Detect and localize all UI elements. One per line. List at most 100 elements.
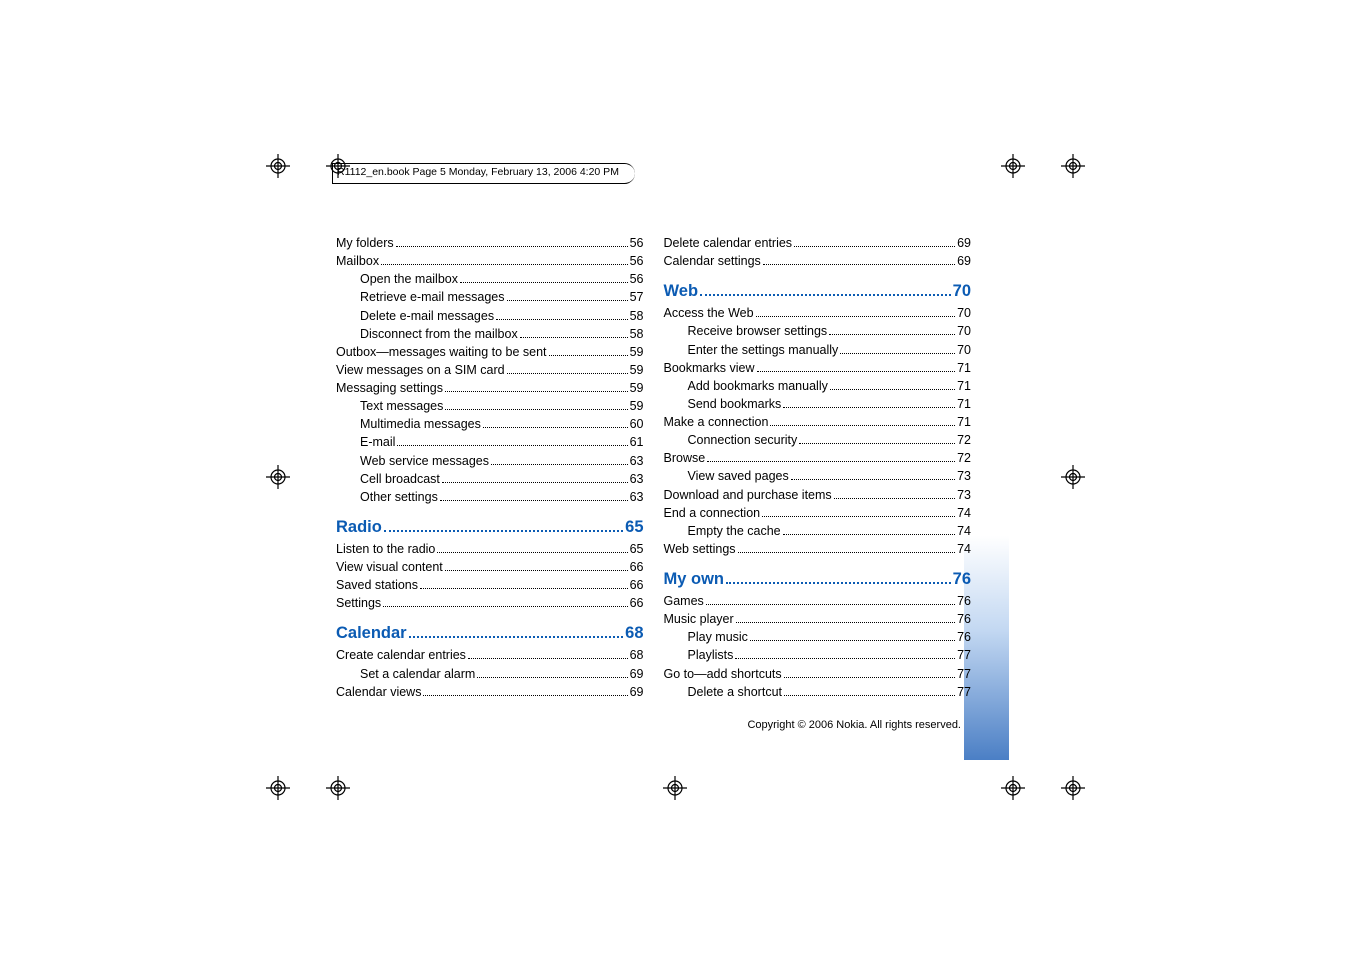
toc-page-number: 58 <box>630 325 644 343</box>
toc-leader-dots <box>496 312 628 320</box>
toc-entry: Receive browser settings 70 <box>664 322 972 340</box>
toc-page-number: 68 <box>625 624 643 643</box>
toc-label: Settings <box>336 594 381 612</box>
toc-column-left: My folders 56Mailbox56Open the mailbox56… <box>336 234 644 701</box>
toc-entry: Set a calendar alarm69 <box>336 665 644 683</box>
toc-leader-dots <box>829 328 955 336</box>
toc-leader-dots <box>396 240 628 248</box>
toc-label: Multimedia messages <box>360 415 481 433</box>
toc-page-number: 77 <box>957 683 971 701</box>
toc-page-number: 76 <box>953 570 971 589</box>
toc-leader-dots <box>381 258 628 266</box>
toc-label: Music player <box>664 610 734 628</box>
toc-leader-dots <box>756 310 956 318</box>
toc-label: Open the mailbox <box>360 270 458 288</box>
toc-page-number: 63 <box>630 452 644 470</box>
toc-label: Other settings <box>360 488 438 506</box>
toc-label: Add bookmarks manually <box>688 377 828 395</box>
toc-entry: Bookmarks view 71 <box>664 359 972 377</box>
toc-page-number: 77 <box>957 665 971 683</box>
toc-entry: Go to—add shortcuts 77 <box>664 665 972 683</box>
toc-page-number: 66 <box>630 594 644 612</box>
toc-entry: E-mail61 <box>336 433 644 451</box>
toc-leader-dots <box>423 688 627 696</box>
toc-entry: Enter the settings manually 70 <box>664 341 972 359</box>
toc-page-number: 74 <box>957 522 971 540</box>
toc-label: View messages on a SIM card <box>336 361 505 379</box>
toc-leader-dots <box>783 400 955 408</box>
registration-mark-icon <box>266 154 290 178</box>
toc-label: Web service messages <box>360 452 489 470</box>
toc-entry: Calendar settings 69 <box>664 252 972 270</box>
toc-label: Games <box>664 592 704 610</box>
toc-leader-dots <box>384 522 623 532</box>
toc-page-number: 69 <box>957 234 971 252</box>
toc-page-number: 63 <box>630 470 644 488</box>
toc-page-number: 65 <box>625 518 643 537</box>
toc-leader-dots <box>383 600 627 608</box>
toc-page-number: 69 <box>957 252 971 270</box>
toc-label: Saved stations <box>336 576 418 594</box>
toc-leader-dots <box>445 385 628 393</box>
toc-entry: Send bookmarks 71 <box>664 395 972 413</box>
toc-leader-dots <box>770 419 955 427</box>
toc-label: Calendar views <box>336 683 421 701</box>
toc-leader-dots <box>784 688 955 696</box>
toc-leader-dots <box>445 564 628 572</box>
registration-mark-icon <box>1061 776 1085 800</box>
registration-mark-icon <box>1001 776 1025 800</box>
toc-entry: End a connection 74 <box>664 504 972 522</box>
registration-mark-icon <box>1061 154 1085 178</box>
toc-entry: Settings 66 <box>336 594 644 612</box>
toc-label: Delete e-mail messages <box>360 307 494 325</box>
toc-label: Web <box>664 282 699 301</box>
toc-page-number: 77 <box>957 646 971 664</box>
toc-leader-dots <box>442 475 628 483</box>
toc-entry: Music player 76 <box>664 610 972 628</box>
toc-leader-dots <box>507 366 628 374</box>
toc-entry: Delete a shortcut 77 <box>664 683 972 701</box>
toc-label: Cell broadcast <box>360 470 440 488</box>
toc-entry: Messaging settings59 <box>336 379 644 397</box>
toc-leader-dots <box>477 670 627 678</box>
toc-page-number: 71 <box>957 395 971 413</box>
toc-label: Web settings <box>664 540 736 558</box>
toc-page-number: 76 <box>957 628 971 646</box>
toc-entry: Download and purchase items 73 <box>664 486 972 504</box>
toc-entry: View messages on a SIM card 59 <box>336 361 644 379</box>
toc-leader-dots <box>468 652 628 660</box>
toc-section-heading: Calendar 68 <box>336 624 644 643</box>
toc-page-number: 56 <box>630 234 644 252</box>
toc-entry: Outbox—messages waiting to be sent59 <box>336 343 644 361</box>
toc-entry: Make a connection 71 <box>664 413 972 431</box>
toc-page-number: 65 <box>630 540 644 558</box>
toc-page-number: 56 <box>630 252 644 270</box>
toc-leader-dots <box>763 258 955 266</box>
toc-leader-dots <box>738 545 956 553</box>
copyright-text: Copyright © 2006 Nokia. All rights reser… <box>747 719 961 731</box>
toc-entry: Browse 72 <box>664 449 972 467</box>
toc-entry: Other settings63 <box>336 488 644 506</box>
toc-entry: Connection security 72 <box>664 431 972 449</box>
toc-page-number: 59 <box>630 343 644 361</box>
toc-leader-dots <box>757 364 956 372</box>
toc-label: Disconnect from the mailbox <box>360 325 518 343</box>
toc-leader-dots <box>437 545 627 553</box>
toc-label: Set a calendar alarm <box>360 665 475 683</box>
toc-entry: Multimedia messages60 <box>336 415 644 433</box>
toc-label: My own <box>664 570 725 589</box>
toc-page-number: 74 <box>957 540 971 558</box>
toc-leader-dots <box>783 527 955 535</box>
toc-entry: Listen to the radio65 <box>336 540 644 558</box>
toc-page-number: 66 <box>630 576 644 594</box>
toc-leader-dots <box>726 574 951 584</box>
toc-label: Delete calendar entries <box>664 234 793 252</box>
toc-leader-dots <box>507 294 628 302</box>
toc-leader-dots <box>791 473 955 481</box>
toc-label: Access the Web <box>664 304 754 322</box>
toc-page-number: 70 <box>957 304 971 322</box>
toc-leader-dots <box>549 348 628 356</box>
toc-leader-dots <box>799 437 955 445</box>
toc-entry: Cell broadcast 63 <box>336 470 644 488</box>
toc-label: Retrieve e-mail messages <box>360 288 505 306</box>
